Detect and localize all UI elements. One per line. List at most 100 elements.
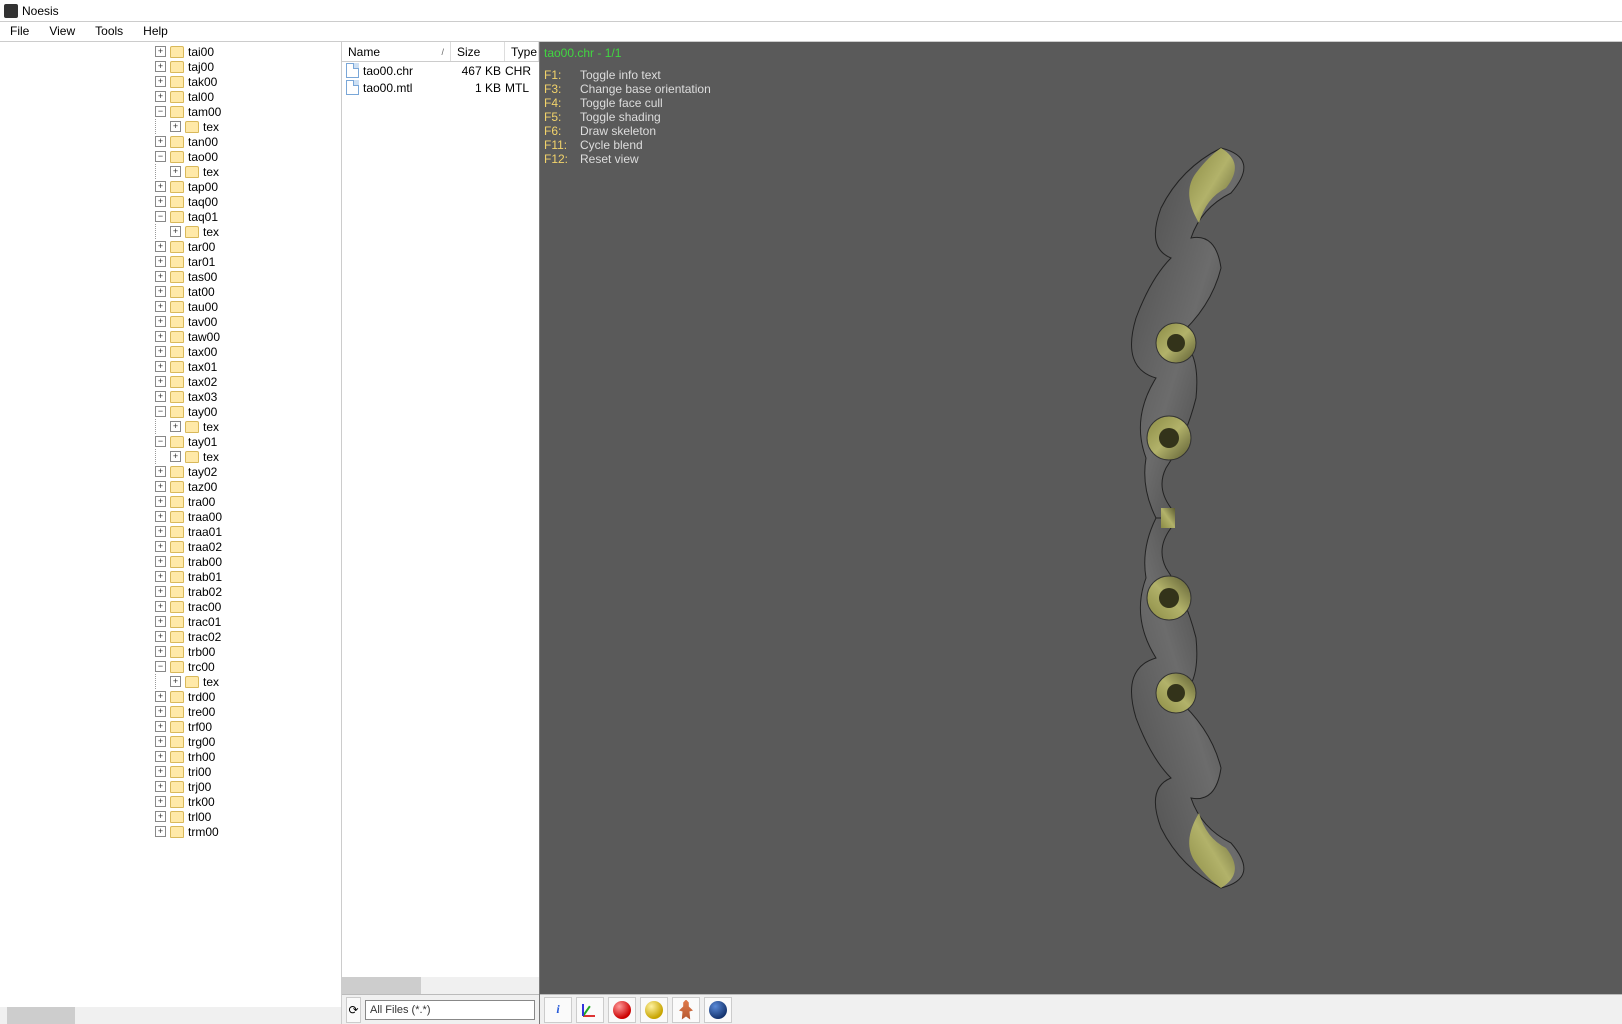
expand-icon[interactable]: + [155, 196, 166, 207]
tree-item[interactable]: +trac01 [0, 614, 341, 629]
tree-item[interactable]: +tan00 [0, 134, 341, 149]
expand-icon[interactable]: + [155, 781, 166, 792]
expand-icon[interactable]: + [155, 586, 166, 597]
file-filter-input[interactable] [365, 1000, 535, 1020]
expand-icon[interactable]: + [155, 481, 166, 492]
collapse-icon[interactable]: − [155, 406, 166, 417]
tree-item[interactable]: +tex [0, 674, 341, 689]
expand-icon[interactable]: + [155, 601, 166, 612]
collapse-icon[interactable]: − [155, 661, 166, 672]
tree-item[interactable]: +tal00 [0, 89, 341, 104]
tree-item[interactable]: +trac00 [0, 599, 341, 614]
expand-icon[interactable]: + [155, 391, 166, 402]
expand-icon[interactable]: + [155, 241, 166, 252]
tree-item[interactable]: +traa01 [0, 524, 341, 539]
expand-icon[interactable]: + [155, 706, 166, 717]
expand-icon[interactable]: + [155, 76, 166, 87]
tree-item[interactable]: +tas00 [0, 269, 341, 284]
collapse-icon[interactable]: − [155, 436, 166, 447]
expand-icon[interactable]: + [155, 256, 166, 267]
shading-red-button[interactable] [608, 997, 636, 1023]
tree-item[interactable]: +tri00 [0, 764, 341, 779]
expand-icon[interactable]: + [155, 271, 166, 282]
tree-item[interactable]: +tex [0, 119, 341, 134]
expand-icon[interactable]: + [170, 451, 181, 462]
tree-item[interactable]: +tre00 [0, 704, 341, 719]
refresh-button[interactable]: ⟳ [346, 997, 361, 1023]
tree-item[interactable]: +tar00 [0, 239, 341, 254]
folder-tree[interactable]: +tai00+taj00+tak00+tal00−tam00+tex+tan00… [0, 42, 341, 1007]
expand-icon[interactable]: + [155, 316, 166, 327]
tree-item[interactable]: +tav00 [0, 314, 341, 329]
menu-tools[interactable]: Tools [85, 22, 133, 41]
tree-item[interactable]: +trj00 [0, 779, 341, 794]
collapse-icon[interactable]: − [155, 211, 166, 222]
tree-item[interactable]: −tay00 [0, 404, 341, 419]
tree-item[interactable]: −tam00 [0, 104, 341, 119]
tree-item[interactable]: −tao00 [0, 149, 341, 164]
expand-icon[interactable]: + [155, 616, 166, 627]
tree-item[interactable]: +trab00 [0, 554, 341, 569]
tree-item[interactable]: +taq00 [0, 194, 341, 209]
menu-file[interactable]: File [0, 22, 39, 41]
expand-icon[interactable]: + [170, 226, 181, 237]
tree-item[interactable]: +trl00 [0, 809, 341, 824]
globe-button[interactable] [704, 997, 732, 1023]
tree-item[interactable]: +tex [0, 419, 341, 434]
expand-icon[interactable]: + [155, 466, 166, 477]
tree-item[interactable]: +trk00 [0, 794, 341, 809]
expand-icon[interactable]: + [155, 496, 166, 507]
expand-icon[interactable]: + [155, 346, 166, 357]
tree-item[interactable]: +tar01 [0, 254, 341, 269]
expand-icon[interactable]: + [155, 136, 166, 147]
expand-icon[interactable]: + [155, 556, 166, 567]
file-row[interactable]: tao00.chr467 KBCHR [342, 62, 539, 79]
tree-item[interactable]: +tau00 [0, 299, 341, 314]
viewport-3d[interactable]: tao00.chr - 1/1 F1:Toggle info textF3:Ch… [540, 42, 1622, 994]
expand-icon[interactable]: + [155, 526, 166, 537]
file-row[interactable]: tao00.mtl1 KBMTL [342, 79, 539, 96]
skeleton-button[interactable] [672, 997, 700, 1023]
tree-item[interactable]: +trd00 [0, 689, 341, 704]
tree-item[interactable]: +tax03 [0, 389, 341, 404]
tree-item[interactable]: +tex [0, 224, 341, 239]
collapse-icon[interactable]: − [155, 151, 166, 162]
tree-item[interactable]: +tak00 [0, 74, 341, 89]
tree-item[interactable]: +tax00 [0, 344, 341, 359]
axis-button[interactable] [576, 997, 604, 1023]
col-header-size[interactable]: Size [451, 42, 505, 61]
tree-item[interactable]: +tex [0, 449, 341, 464]
tree-item[interactable]: +trab02 [0, 584, 341, 599]
expand-icon[interactable]: + [155, 541, 166, 552]
expand-icon[interactable]: + [170, 676, 181, 687]
shading-yellow-button[interactable] [640, 997, 668, 1023]
tree-item[interactable]: +trf00 [0, 719, 341, 734]
tree-item[interactable]: +trab01 [0, 569, 341, 584]
list-horizontal-scrollbar[interactable] [342, 977, 539, 994]
tree-item[interactable]: +taw00 [0, 329, 341, 344]
file-list[interactable]: tao00.chr467 KBCHRtao00.mtl1 KBMTL [342, 62, 539, 977]
expand-icon[interactable]: + [155, 511, 166, 522]
expand-icon[interactable]: + [155, 631, 166, 642]
expand-icon[interactable]: + [155, 91, 166, 102]
menu-view[interactable]: View [39, 22, 85, 41]
expand-icon[interactable]: + [155, 61, 166, 72]
tree-item[interactable]: +tax01 [0, 359, 341, 374]
tree-item[interactable]: +tex [0, 164, 341, 179]
tree-item[interactable]: +trm00 [0, 824, 341, 839]
expand-icon[interactable]: + [170, 121, 181, 132]
expand-icon[interactable]: + [170, 421, 181, 432]
expand-icon[interactable]: + [155, 46, 166, 57]
tree-item[interactable]: +taz00 [0, 479, 341, 494]
tree-item[interactable]: +trb00 [0, 644, 341, 659]
expand-icon[interactable]: + [155, 286, 166, 297]
expand-icon[interactable]: + [155, 796, 166, 807]
tree-item[interactable]: +tra00 [0, 494, 341, 509]
tree-item[interactable]: +traa02 [0, 539, 341, 554]
tree-item[interactable]: −trc00 [0, 659, 341, 674]
tree-horizontal-scrollbar[interactable] [0, 1007, 341, 1024]
tree-item[interactable]: +taj00 [0, 59, 341, 74]
tree-item[interactable]: −tay01 [0, 434, 341, 449]
tree-item[interactable]: +trh00 [0, 749, 341, 764]
expand-icon[interactable]: + [155, 376, 166, 387]
